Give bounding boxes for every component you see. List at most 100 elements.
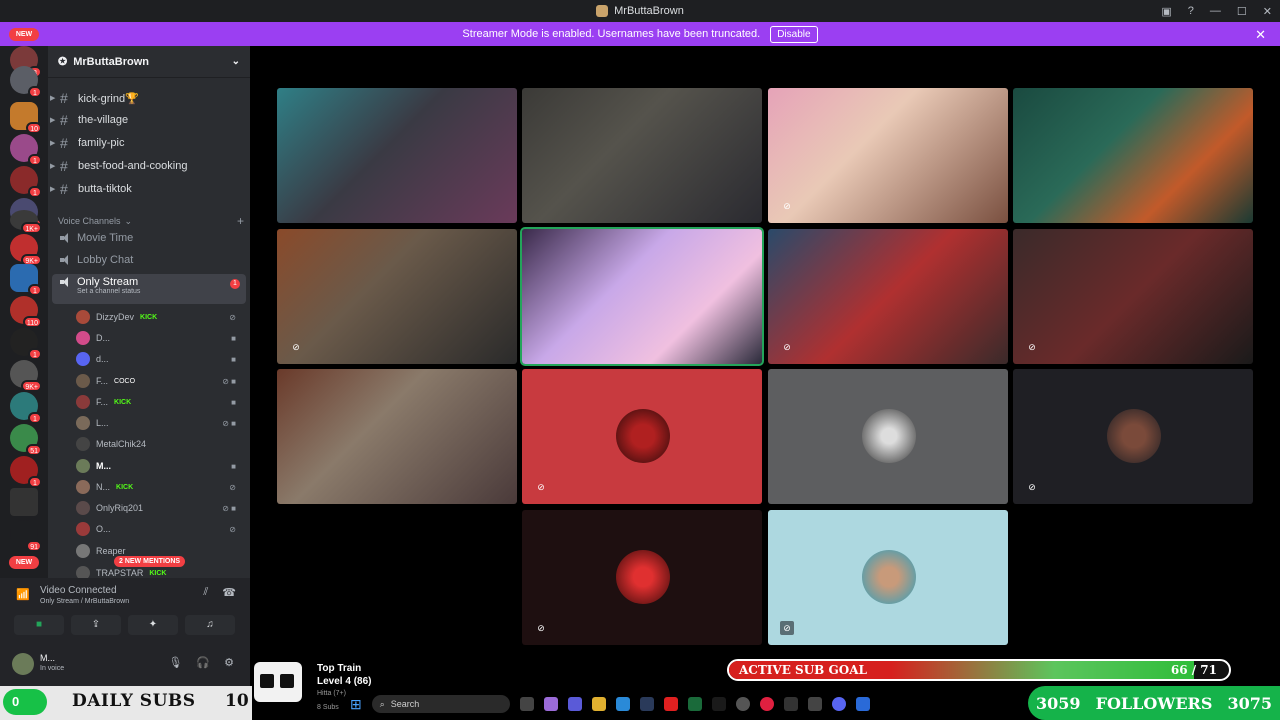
- channel-family-pic[interactable]: ▶ # family-pic: [50, 133, 246, 153]
- server-icon[interactable]: 1: [10, 134, 42, 166]
- server-icon[interactable]: 9K+: [10, 234, 42, 266]
- new-unread-pill[interactable]: NEW: [9, 28, 39, 41]
- screen-share-button[interactable]: ⇪: [71, 615, 121, 635]
- video-tile-speaking[interactable]: [520, 227, 764, 366]
- voice-user-name: O...: [96, 524, 111, 534]
- server-icon[interactable]: 1: [10, 166, 42, 198]
- server-icon[interactable]: 10: [10, 102, 42, 134]
- teams-icon[interactable]: [567, 697, 582, 711]
- search-icon: ⌕: [379, 698, 385, 709]
- server-icon[interactable]: 1: [10, 392, 42, 424]
- video-tile[interactable]: ⊘: [522, 510, 762, 645]
- disable-streamer-mode-button[interactable]: Disable: [770, 25, 818, 43]
- voice-user[interactable]: O... ⊘: [76, 520, 242, 538]
- voice-user[interactable]: N... KICK ⊘: [76, 478, 242, 496]
- voice-user[interactable]: D... ■: [76, 329, 242, 347]
- avatar[interactable]: [12, 653, 34, 675]
- muted-icon: ⊘: [1028, 342, 1036, 352]
- channel-status[interactable]: Set a channel status: [77, 288, 238, 295]
- signal-icon[interactable]: 📶: [16, 588, 30, 601]
- server-icon[interactable]: 1: [10, 328, 42, 360]
- app-icon[interactable]: [807, 697, 822, 711]
- record-icon[interactable]: [759, 697, 774, 711]
- settings-gear-icon[interactable]: ⚙: [224, 656, 234, 669]
- task-view-icon[interactable]: [519, 697, 534, 711]
- server-icon[interactable]: 91: [10, 520, 42, 552]
- microphone-icon[interactable]: 🎙: [168, 656, 182, 669]
- voice-user[interactable]: MetalChik24: [76, 435, 242, 453]
- discord-icon[interactable]: [831, 697, 846, 711]
- voice-channel-only-stream[interactable]: Only Stream Set a channel status 1: [52, 274, 246, 304]
- video-tile[interactable]: ⊘: [768, 229, 1008, 364]
- server-icon[interactable]: 110: [10, 296, 42, 328]
- voice-user[interactable]: OnlyRiq201 ⊘ ■: [76, 499, 242, 517]
- user-panel: M... In voice 🎙 🎧 ⚙: [0, 642, 250, 686]
- voice-category-header[interactable]: Voice Channels ⌄ +: [58, 214, 244, 228]
- video-tile[interactable]: [277, 88, 517, 223]
- channel-the-village[interactable]: ▶ # the-village: [50, 110, 246, 130]
- voice-user[interactable]: F... KICK ■: [76, 393, 242, 411]
- server-icon[interactable]: 1K+: [10, 210, 42, 234]
- file-explorer-icon[interactable]: [591, 697, 606, 711]
- server-icon[interactable]: 9K+: [10, 360, 42, 392]
- voice-user[interactable]: d... ■: [76, 350, 242, 368]
- voice-user-name: MetalChik24: [96, 439, 147, 449]
- windows-start-icon[interactable]: ⊞: [350, 696, 362, 713]
- voice-channel-movie-time[interactable]: Movie Time: [52, 228, 246, 248]
- activity-button[interactable]: ✦: [128, 615, 178, 635]
- video-tile[interactable]: ⊘: [1013, 369, 1253, 504]
- video-tile[interactable]: ⊘: [768, 510, 1008, 645]
- video-tile[interactable]: ⊘: [1013, 229, 1253, 364]
- video-tile[interactable]: ⊘: [277, 229, 517, 364]
- maximize-button[interactable]: ☐: [1237, 5, 1247, 18]
- soundboard-button[interactable]: ♫: [185, 615, 235, 635]
- voice-channel-lobby-chat[interactable]: Lobby Chat: [52, 250, 246, 270]
- copilot-icon[interactable]: [543, 697, 558, 711]
- inbox-icon[interactable]: ▣: [1161, 5, 1171, 18]
- close-window-button[interactable]: ✕: [1263, 5, 1272, 18]
- voice-user[interactable]: L... ⊘ ■: [76, 414, 242, 432]
- taskbar-search[interactable]: ⌕ Search: [371, 695, 510, 713]
- tiktok-icon[interactable]: [711, 697, 726, 711]
- speaker-icon: [60, 255, 71, 265]
- app-icon[interactable]: [783, 697, 798, 711]
- video-tile[interactable]: [768, 369, 1008, 504]
- video-tile[interactable]: ⊘: [768, 88, 1008, 223]
- edge-icon[interactable]: [615, 697, 630, 711]
- avatar: [76, 352, 90, 366]
- minimize-button[interactable]: —: [1210, 5, 1221, 17]
- voice-user[interactable]: DizzyDev KICK ⊘: [76, 308, 242, 326]
- excel-icon[interactable]: [687, 697, 702, 711]
- youtube-icon[interactable]: [663, 697, 678, 711]
- voice-status-subtitle[interactable]: Only Stream / MrButtaBrown: [40, 598, 129, 605]
- video-tile[interactable]: [1013, 88, 1253, 223]
- server-icon[interactable]: 1: [10, 66, 42, 98]
- close-banner-icon[interactable]: ✕: [1255, 27, 1266, 43]
- server-icon[interactable]: 51: [10, 424, 42, 456]
- new-unread-pill-bottom[interactable]: NEW: [9, 556, 39, 569]
- server-icon[interactable]: 1: [10, 264, 42, 296]
- channel-butta-tiktok[interactable]: ▶ # butta-tiktok: [50, 179, 246, 199]
- voice-connection-panel: 📶 Video Connected Only Stream / MrButtaB…: [0, 578, 250, 642]
- noise-suppression-icon[interactable]: ⫽: [203, 586, 208, 599]
- headphones-icon[interactable]: 🎧: [196, 656, 210, 669]
- server-icon[interactable]: [10, 488, 38, 516]
- video-tile[interactable]: [277, 369, 517, 504]
- video-tile[interactable]: ⊘: [522, 369, 762, 504]
- server-icon[interactable]: 1: [10, 456, 42, 488]
- video-tile[interactable]: [522, 88, 762, 223]
- add-channel-icon[interactable]: +: [237, 214, 244, 228]
- obs-icon[interactable]: [735, 697, 750, 711]
- server-header[interactable]: ✪ MrButtaBrown ⌄: [48, 46, 250, 78]
- help-icon[interactable]: ?: [1188, 5, 1194, 17]
- calculator-icon[interactable]: [639, 697, 654, 711]
- channel-kick-grind[interactable]: ▶ # kick-grind🏆: [50, 88, 246, 108]
- voice-user[interactable]: M... ■: [76, 457, 242, 475]
- channel-best-food-and-cooking[interactable]: ▶ # best-food-and-cooking: [50, 156, 246, 176]
- app-icon[interactable]: [855, 697, 870, 711]
- disconnect-icon[interactable]: ☎: [222, 586, 236, 599]
- new-mentions-pill[interactable]: 2 NEW MENTIONS: [114, 556, 186, 567]
- voice-user[interactable]: F... COCO ⊘ ■: [76, 372, 242, 390]
- camera-button[interactable]: ■: [14, 615, 64, 635]
- muted-icon: ⊘: [229, 524, 236, 534]
